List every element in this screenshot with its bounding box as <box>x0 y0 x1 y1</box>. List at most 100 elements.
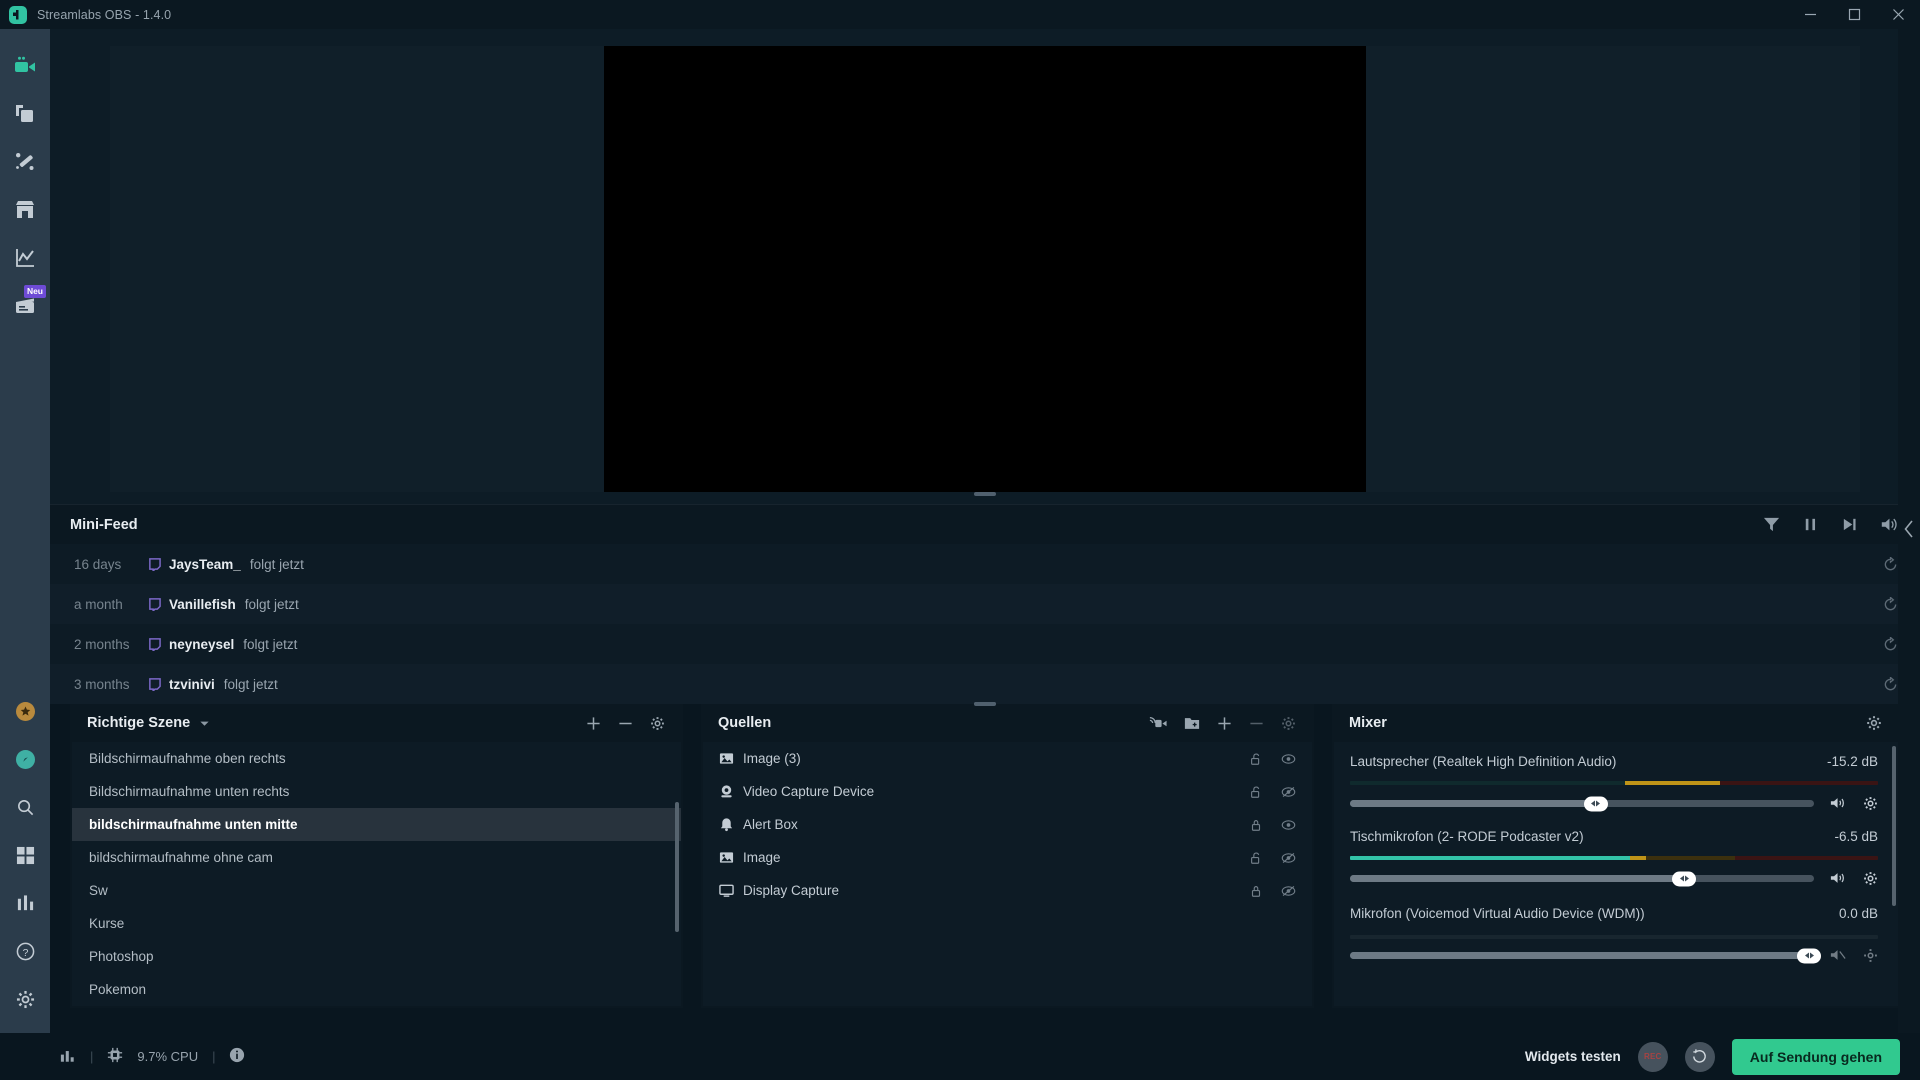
mute-toggle-icon[interactable] <box>1830 871 1846 886</box>
chart-line-icon <box>16 249 34 267</box>
search-icon <box>17 799 33 815</box>
sidebar-item-stats[interactable] <box>0 879 50 927</box>
list-item[interactable]: Image <box>703 841 1312 874</box>
list-item[interactable]: Display Capture <box>703 874 1312 907</box>
status-separator: | <box>212 1049 216 1064</box>
channel-settings-icon[interactable] <box>1863 948 1878 963</box>
lock-open-icon[interactable] <box>1249 785 1263 799</box>
remove-source-button[interactable] <box>1249 716 1264 731</box>
sidebar-item-settings[interactable] <box>0 975 50 1023</box>
sidebar-item-help-compass[interactable] <box>0 735 50 783</box>
minimize-button[interactable] <box>1788 0 1832 29</box>
volume-icon[interactable] <box>1880 516 1898 533</box>
volume-slider-knob[interactable] <box>1672 871 1697 886</box>
replay-buffer-button[interactable] <box>1684 1041 1715 1072</box>
test-widgets-button[interactable]: Widgets testen <box>1525 1049 1621 1064</box>
preview-canvas[interactable] <box>604 46 1366 492</box>
add-source-button[interactable] <box>1217 716 1232 731</box>
right-panel-collapse[interactable] <box>1898 29 1920 1033</box>
sidebar-item-editor-tools[interactable]: Neu <box>0 282 50 330</box>
chevron-left-icon[interactable] <box>1903 519 1915 543</box>
sidebar-item-scene[interactable]: Bildschirmaufnahme unten rechts <box>72 775 681 808</box>
add-scene-button[interactable] <box>586 716 601 731</box>
source-settings-button[interactable] <box>1281 716 1296 731</box>
sidebar-item-help[interactable]: ? <box>0 927 50 975</box>
mixer-scrollbar[interactable] <box>1892 746 1896 906</box>
go-live-button[interactable]: Auf Sendung gehen <box>1731 1038 1900 1075</box>
sidebar-new-badge: Neu <box>23 285 46 298</box>
scenes-scrollbar[interactable] <box>675 802 679 932</box>
video-camera-icon <box>15 56 35 72</box>
lock-closed-icon[interactable] <box>1249 818 1263 832</box>
list-item[interactable]: Image (3) <box>703 742 1312 775</box>
eye-hidden-icon[interactable] <box>1281 884 1296 898</box>
sidebar-item-editor[interactable] <box>0 42 50 90</box>
replay-icon[interactable] <box>1883 556 1898 572</box>
sources-list[interactable]: Image (3) Video Capture Device Alert Box… <box>703 742 1312 1006</box>
sidebar-item-scene[interactable]: bildschirmaufnahme ohne cam <box>72 841 681 874</box>
sidebar-item-dashboard[interactable] <box>0 234 50 282</box>
info-circle-icon[interactable] <box>229 1047 245 1066</box>
sources-resize-handle[interactable] <box>974 702 996 706</box>
list-item[interactable]: a month Vanillefish folgt jetzt <box>50 584 1920 624</box>
eye-hidden-icon[interactable] <box>1281 785 1296 799</box>
filter-icon[interactable] <box>1763 516 1780 533</box>
feed-user: neyneysel <box>169 636 235 652</box>
scene-settings-button[interactable] <box>650 716 665 731</box>
replay-icon[interactable] <box>1883 676 1898 692</box>
sidebar-item-store[interactable] <box>0 186 50 234</box>
eye-visible-icon[interactable] <box>1281 818 1296 832</box>
list-item[interactable]: 2 months neyneysel folgt jetzt <box>50 624 1920 664</box>
record-button[interactable]: REC <box>1637 1041 1668 1072</box>
lock-open-icon[interactable] <box>1249 752 1263 766</box>
channel-name: Mikrofon (Voicemod Virtual Audio Device … <box>1350 906 1645 921</box>
sidebar-item-scene-selected[interactable]: bildschirmaufnahme unten mitte <box>72 808 681 841</box>
sidebar-item-scene[interactable]: Kurse <box>72 907 681 940</box>
maximize-button[interactable] <box>1832 0 1876 29</box>
bar-chart-icon[interactable] <box>60 1048 76 1066</box>
magic-wand-icon <box>16 153 34 170</box>
mute-toggle-icon[interactable] <box>1830 796 1846 811</box>
mixer-settings-button[interactable] <box>1866 715 1882 731</box>
sidebar-item-prime[interactable] <box>0 687 50 735</box>
eye-hidden-icon[interactable] <box>1281 851 1296 865</box>
mixer-title: Mixer <box>1349 715 1387 731</box>
preview-resize-handle[interactable] <box>974 492 996 496</box>
sidebar-item-scene[interactable]: Bildschirmaufnahme oben rechts <box>72 742 681 775</box>
list-item[interactable]: 3 months tzvinivi folgt jetzt <box>50 664 1920 704</box>
replay-icon[interactable] <box>1883 596 1898 612</box>
volume-slider-knob[interactable] <box>1583 796 1608 811</box>
sidebar-item-alertbox[interactable] <box>0 138 50 186</box>
scenes-list[interactable]: Bildschirmaufnahme oben rechts Bildschir… <box>72 742 681 1006</box>
volume-slider[interactable] <box>1350 948 1822 963</box>
mixer-list[interactable]: Lautsprecher (Realtek High Definition Au… <box>1334 742 1898 1006</box>
lock-open-icon[interactable] <box>1249 851 1263 865</box>
remove-scene-button[interactable] <box>618 716 633 731</box>
list-item[interactable]: 16 days JaysTeam_ folgt jetzt <box>50 544 1920 584</box>
list-item[interactable]: Video Capture Device <box>703 775 1312 808</box>
mini-feed-header: Mini-Feed <box>50 504 1920 544</box>
skip-icon[interactable] <box>1841 516 1858 533</box>
sidebar-item-themes[interactable] <box>0 90 50 138</box>
channel-settings-icon[interactable] <box>1863 796 1878 811</box>
status-bar: | 9.7% CPU | Widgets testen REC Auf Send… <box>0 1033 1920 1080</box>
list-item[interactable]: Alert Box <box>703 808 1312 841</box>
volume-slider[interactable] <box>1350 796 1814 811</box>
sidebar-item-scene[interactable]: Photoshop <box>72 940 681 973</box>
audio-source-button[interactable] <box>1149 716 1167 731</box>
chevron-down-icon[interactable] <box>199 718 210 729</box>
sidebar-item-scene[interactable]: Pokemon <box>72 973 681 1006</box>
close-button[interactable] <box>1876 0 1920 29</box>
sidebar-item-search[interactable] <box>0 783 50 831</box>
sidebar-item-apps[interactable] <box>0 831 50 879</box>
add-folder-button[interactable] <box>1184 716 1200 731</box>
volume-slider[interactable] <box>1350 871 1814 886</box>
sidebar-item-scene[interactable]: Sw <box>72 874 681 907</box>
replay-icon[interactable] <box>1883 636 1898 652</box>
pause-icon[interactable] <box>1802 516 1819 533</box>
mute-toggle-icon[interactable] <box>1830 948 1846 963</box>
volume-slider-knob[interactable] <box>1797 948 1822 963</box>
channel-settings-icon[interactable] <box>1863 871 1878 886</box>
eye-visible-icon[interactable] <box>1281 752 1296 766</box>
lock-closed-icon[interactable] <box>1249 884 1263 898</box>
